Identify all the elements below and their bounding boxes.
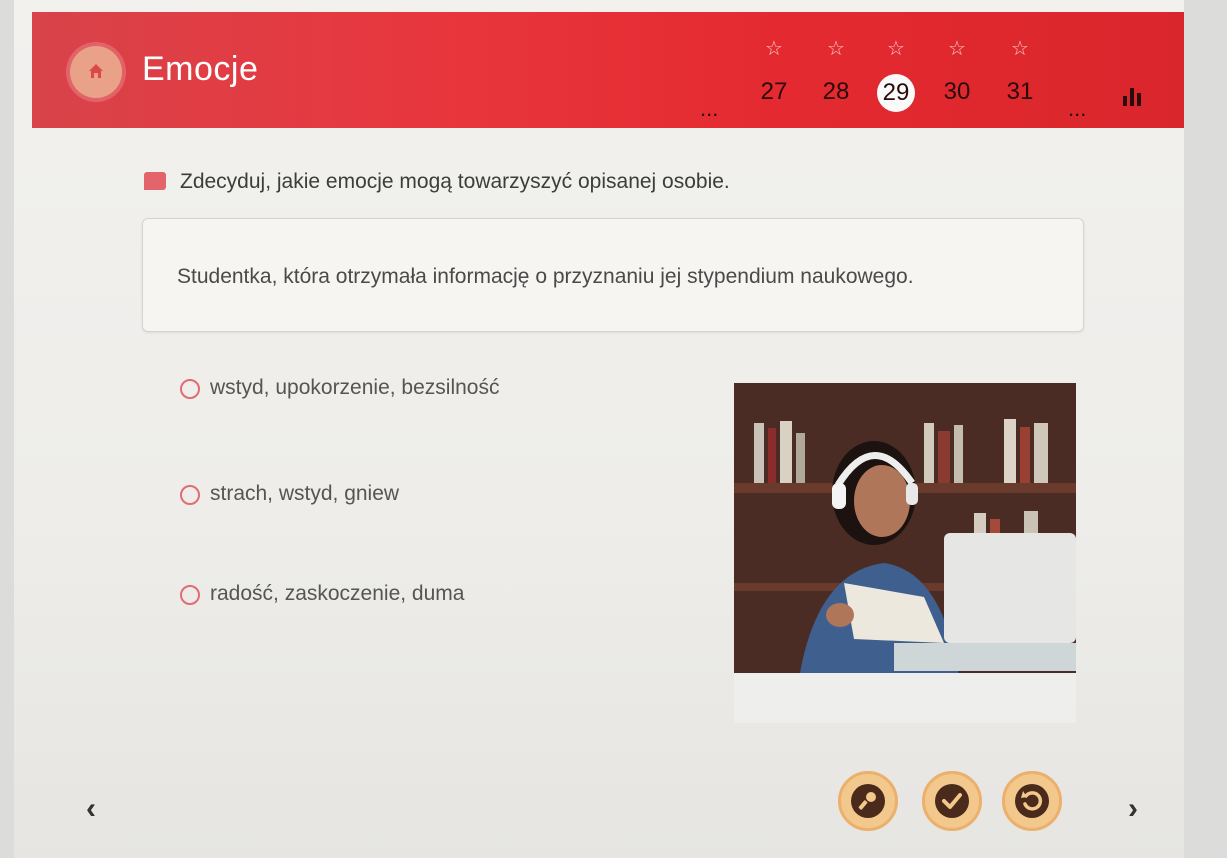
instruction: Zdecyduj, jakie emocje mogą towarzyszyć … <box>144 170 730 194</box>
undo-button[interactable] <box>1002 771 1062 831</box>
nav-ellipsis-left[interactable]: ... <box>700 96 718 122</box>
app-screen: Emocje ... ☆ 27 ☆ 28 ☆ 29 ☆ 30 ☆ 31 ... … <box>14 0 1184 858</box>
header-bar: Emocje ... ☆ 27 ☆ 28 ☆ 29 ☆ 30 ☆ 31 ... <box>32 12 1184 128</box>
key-icon <box>851 784 885 818</box>
student-reading-image <box>734 383 1076 723</box>
radio-button[interactable] <box>180 379 200 399</box>
option-3[interactable]: radość, zaskoczenie, duma <box>180 582 464 606</box>
prompt-box: Studentka, która otrzymała informację o … <box>142 218 1084 332</box>
star-icon: ☆ <box>887 38 905 60</box>
question-nav: ... ☆ 27 ☆ 28 ☆ 29 ☆ 30 ☆ 31 ... <box>32 38 1184 121</box>
radio-button[interactable] <box>180 485 200 505</box>
nav-item-label: 29 <box>877 74 915 112</box>
instruction-text: Zdecyduj, jakie emocje mogą towarzyszyć … <box>180 170 730 193</box>
star-icon: ☆ <box>765 38 783 60</box>
check-button[interactable] <box>922 771 982 831</box>
next-button[interactable]: › <box>1128 792 1138 826</box>
undo-icon <box>1015 784 1049 818</box>
option-label: wstyd, upokorzenie, bezsilność <box>210 376 500 399</box>
radio-button[interactable] <box>180 585 200 605</box>
student-photo <box>734 383 1076 723</box>
nav-item-label: 31 <box>1006 78 1034 105</box>
option-2[interactable]: strach, wstyd, gniew <box>180 482 399 506</box>
nav-item-27[interactable]: ☆ 27 <box>752 38 796 110</box>
nav-item-29-current[interactable]: ☆ 29 <box>874 38 918 112</box>
option-label: radość, zaskoczenie, duma <box>210 582 465 605</box>
option-label: strach, wstyd, gniew <box>210 482 400 505</box>
star-icon: ☆ <box>827 38 845 60</box>
previous-button[interactable]: ‹ <box>86 792 96 826</box>
bar-chart-icon[interactable] <box>1122 86 1144 106</box>
star-icon: ☆ <box>948 38 966 60</box>
check-icon <box>935 784 969 818</box>
nav-item-30[interactable]: ☆ 30 <box>935 38 979 110</box>
key-button[interactable] <box>838 771 898 831</box>
nav-ellipsis-right[interactable]: ... <box>1068 96 1086 122</box>
prompt-text: Studentka, która otrzymała informację o … <box>177 265 914 288</box>
option-1[interactable]: wstyd, upokorzenie, bezsilność <box>180 376 499 400</box>
nav-item-31[interactable]: ☆ 31 <box>998 38 1042 110</box>
nav-item-label: 27 <box>760 78 788 105</box>
nav-item-28[interactable]: ☆ 28 <box>814 38 858 110</box>
star-icon: ☆ <box>1011 38 1029 60</box>
nav-item-label: 28 <box>822 78 850 105</box>
speech-flag-icon <box>144 172 166 190</box>
nav-item-label: 30 <box>943 78 971 105</box>
